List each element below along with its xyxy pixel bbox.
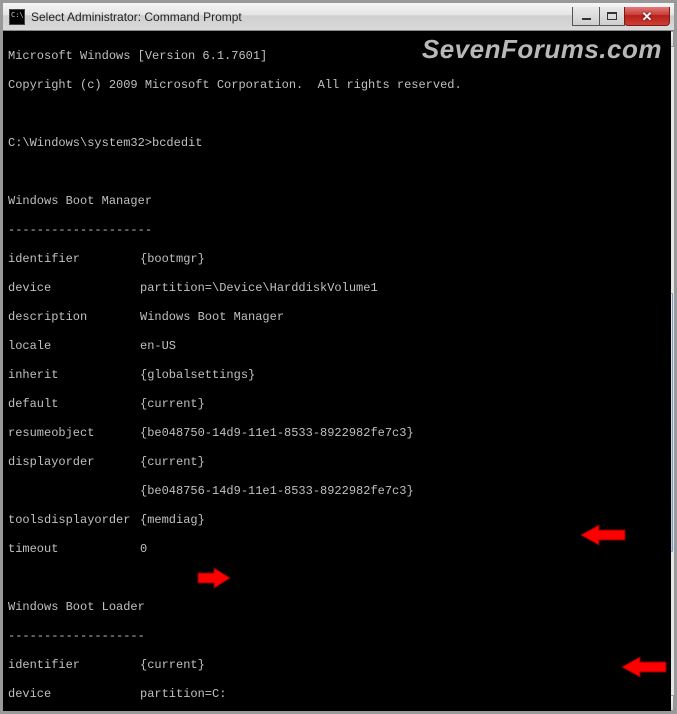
field-val: {globalsettings} bbox=[140, 368, 255, 382]
field-key: displayorder bbox=[8, 455, 140, 470]
section-header: Windows Boot Loader bbox=[8, 600, 671, 615]
field-val: {memdiag} bbox=[140, 513, 205, 527]
output-line: Copyright (c) 2009 Microsoft Corporation… bbox=[8, 78, 671, 93]
field-key: inherit bbox=[8, 368, 140, 383]
field-val: {be048750-14d9-11e1-8533-8922982fe7c3} bbox=[140, 426, 414, 440]
minimize-button[interactable] bbox=[572, 7, 600, 26]
field-key: device bbox=[8, 687, 140, 702]
field-key: identifier bbox=[8, 658, 140, 673]
section-underline: ------------------- bbox=[8, 629, 671, 644]
field-val: en-US bbox=[140, 339, 176, 353]
cmd-icon bbox=[9, 9, 25, 25]
field-val: partition=C: bbox=[140, 687, 226, 701]
field-val: {current} bbox=[140, 658, 205, 672]
field-key: toolsdisplayorder bbox=[8, 513, 140, 528]
output-line: Microsoft Windows [Version 6.1.7601] bbox=[8, 49, 671, 64]
field-val: Windows Boot Manager bbox=[140, 310, 284, 324]
field-val: partition=\Device\HarddiskVolume1 bbox=[140, 281, 378, 295]
field-val: {be048756-14d9-11e1-8533-8922982fe7c3} bbox=[140, 484, 414, 498]
maximize-button[interactable] bbox=[599, 7, 625, 26]
console-output[interactable]: Microsoft Windows [Version 6.1.7601] Cop… bbox=[3, 31, 671, 711]
field-val: {bootmgr} bbox=[140, 252, 205, 266]
field-key: locale bbox=[8, 339, 140, 354]
section-underline: -------------------- bbox=[8, 223, 671, 238]
prompt: C:\Windows\system32> bbox=[8, 136, 152, 150]
section-header: Windows Boot Manager bbox=[8, 194, 671, 209]
field-val: {current} bbox=[140, 455, 205, 469]
field-key: device bbox=[8, 281, 140, 296]
titlebar[interactable]: Select Administrator: Command Prompt ✕ bbox=[3, 3, 674, 31]
field-key: resumeobject bbox=[8, 426, 140, 441]
field-key: timeout bbox=[8, 542, 140, 557]
field-key: default bbox=[8, 397, 140, 412]
field-val: 0 bbox=[140, 542, 147, 556]
close-button[interactable]: ✕ bbox=[624, 7, 670, 26]
command-text: bcdedit bbox=[152, 136, 202, 150]
field-key: identifier bbox=[8, 252, 140, 267]
field-val: {current} bbox=[140, 397, 205, 411]
field-key: description bbox=[8, 310, 140, 325]
command-prompt-window: Select Administrator: Command Prompt ✕ ▲… bbox=[0, 0, 677, 714]
window-title: Select Administrator: Command Prompt bbox=[31, 10, 242, 24]
